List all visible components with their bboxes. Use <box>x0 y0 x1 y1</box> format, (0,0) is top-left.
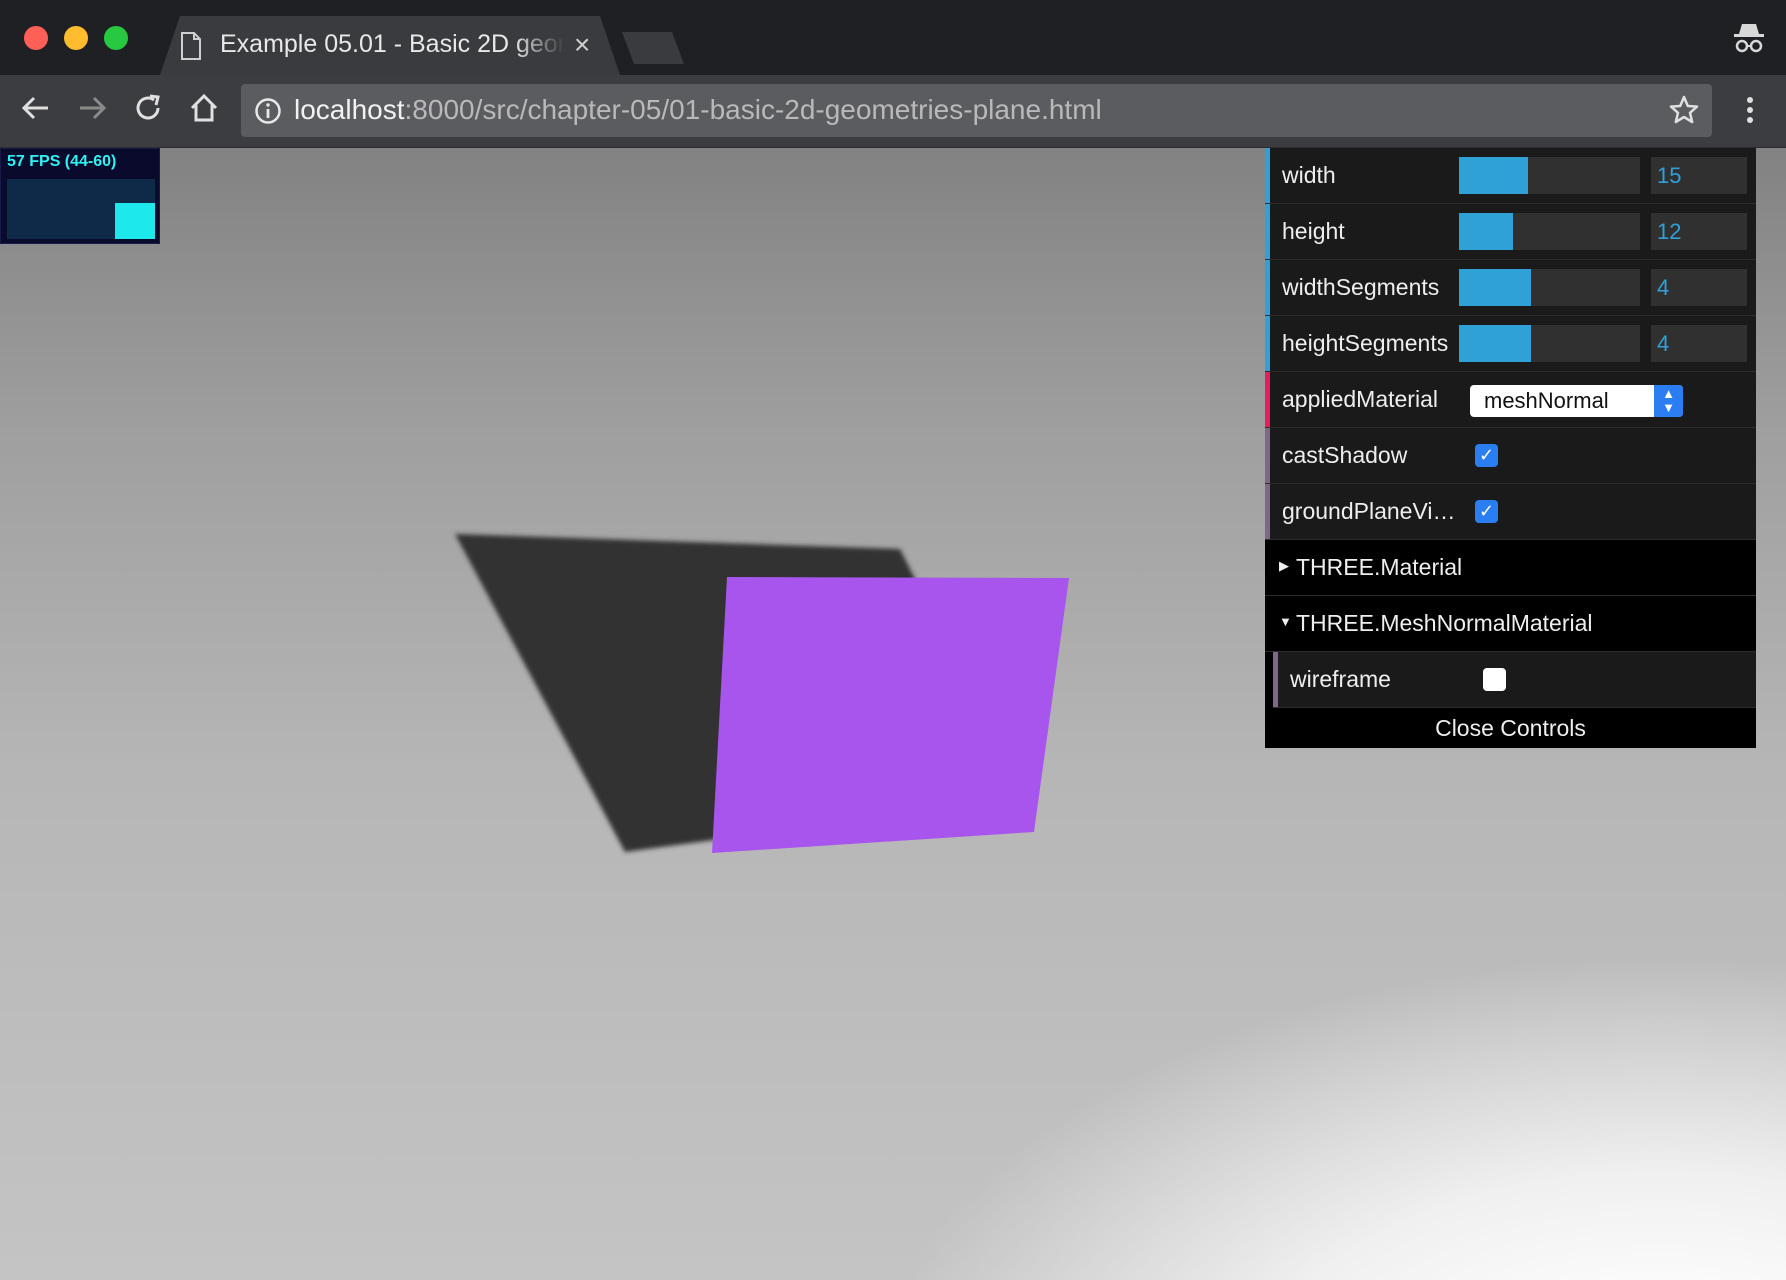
incognito-icon <box>1734 24 1764 53</box>
ground-plane-checkbox[interactable]: ✓ <box>1475 500 1498 523</box>
folder-three-material[interactable]: ▶ THREE.Material <box>1265 540 1756 596</box>
control-label: widthSegments <box>1282 274 1440 300</box>
accent-bar <box>1265 484 1270 539</box>
accent-bar <box>1265 148 1270 203</box>
browser-titlebar: Example 05.01 - Basic 2D geometries - Pl… <box>0 0 1786 75</box>
plane-mesh <box>712 577 1069 853</box>
fps-graph <box>7 179 155 239</box>
folder-label: THREE.Material <box>1296 554 1463 580</box>
back-arrow-icon[interactable] <box>20 92 52 124</box>
accent-bar <box>1265 260 1270 315</box>
slider-fill <box>1459 269 1532 306</box>
maximize-window-button[interactable] <box>104 26 128 50</box>
fps-graph-bar <box>115 203 155 239</box>
menu-dots-icon[interactable] <box>1742 94 1758 126</box>
accent-bar <box>1265 372 1270 427</box>
width-segments-input[interactable]: 4 <box>1651 269 1747 306</box>
fps-stats-panel[interactable]: 57 FPS (44-60) <box>0 148 160 244</box>
url-text[interactable]: localhost:8000/src/chapter-05/01-basic-2… <box>294 94 1102 126</box>
select-arrows-icon: ▲ ▼ <box>1654 385 1683 417</box>
wireframe-checkbox[interactable] <box>1483 668 1506 691</box>
slider-fill <box>1459 157 1528 194</box>
tab-title: Example 05.01 - Basic 2D geometries - Pl… <box>220 30 565 58</box>
fps-readout: 57 FPS (44-60) <box>7 153 117 170</box>
control-height: height 12 <box>1265 204 1756 260</box>
width-segments-slider[interactable] <box>1459 269 1640 306</box>
control-width: width 15 <box>1265 148 1756 204</box>
control-label: castShadow <box>1282 442 1408 468</box>
accent-bar <box>1273 652 1278 707</box>
slider-fill <box>1459 213 1514 250</box>
minimize-window-button[interactable] <box>64 26 88 50</box>
height-input[interactable]: 12 <box>1651 213 1747 250</box>
folder-label: THREE.MeshNormalMaterial <box>1296 610 1593 636</box>
url-host: localhost <box>294 94 405 125</box>
control-cast-shadow: castShadow ✓ <box>1265 428 1756 484</box>
accent-bar <box>1265 428 1270 483</box>
collapsed-triangle-icon: ▶ <box>1279 558 1289 573</box>
material-select-value: meshNormal <box>1484 388 1609 413</box>
new-tab-button[interactable] <box>622 32 684 64</box>
url-path: :8000/src/chapter-05/01-basic-2d-geometr… <box>404 94 1102 125</box>
control-width-segments: widthSegments 4 <box>1265 260 1756 316</box>
bookmark-star-icon[interactable] <box>1668 94 1700 126</box>
close-window-button[interactable] <box>24 26 48 50</box>
control-label: appliedMaterial <box>1282 386 1438 412</box>
reload-icon[interactable] <box>132 92 164 124</box>
control-applied-material: appliedMaterial meshNormal ▲ ▼ <box>1265 372 1756 428</box>
info-icon[interactable] <box>254 97 282 125</box>
control-label: groundPlaneVi… <box>1282 498 1456 524</box>
control-label: height <box>1282 218 1345 244</box>
forward-arrow-icon[interactable] <box>76 92 108 124</box>
home-icon[interactable] <box>188 92 220 124</box>
width-slider[interactable] <box>1459 157 1640 194</box>
accent-bar <box>1265 204 1270 259</box>
page-icon <box>181 32 201 60</box>
cast-shadow-checkbox[interactable]: ✓ <box>1475 444 1498 467</box>
controls-panel: width 15 height 12 widthSegments 4 heigh… <box>1265 148 1756 748</box>
height-segments-slider[interactable] <box>1459 325 1640 362</box>
control-wireframe: wireframe <box>1273 652 1756 708</box>
folder-mesh-normal-material[interactable]: ▼ THREE.MeshNormalMaterial <box>1265 596 1756 652</box>
control-label: wireframe <box>1290 666 1391 692</box>
control-height-segments: heightSegments 4 <box>1265 316 1756 372</box>
control-label: heightSegments <box>1282 330 1449 356</box>
expanded-triangle-icon: ▼ <box>1279 614 1292 629</box>
tab-close-button[interactable]: × <box>574 28 590 62</box>
width-input[interactable]: 15 <box>1651 157 1747 194</box>
material-select[interactable]: meshNormal ▲ ▼ <box>1470 385 1683 417</box>
height-slider[interactable] <box>1459 213 1640 250</box>
close-controls-button[interactable]: Close Controls <box>1265 708 1756 748</box>
height-segments-input[interactable]: 4 <box>1651 325 1747 362</box>
control-ground-plane: groundPlaneVi… ✓ <box>1265 484 1756 540</box>
control-label: width <box>1282 162 1336 188</box>
slider-fill <box>1459 325 1532 362</box>
accent-bar <box>1265 316 1270 371</box>
